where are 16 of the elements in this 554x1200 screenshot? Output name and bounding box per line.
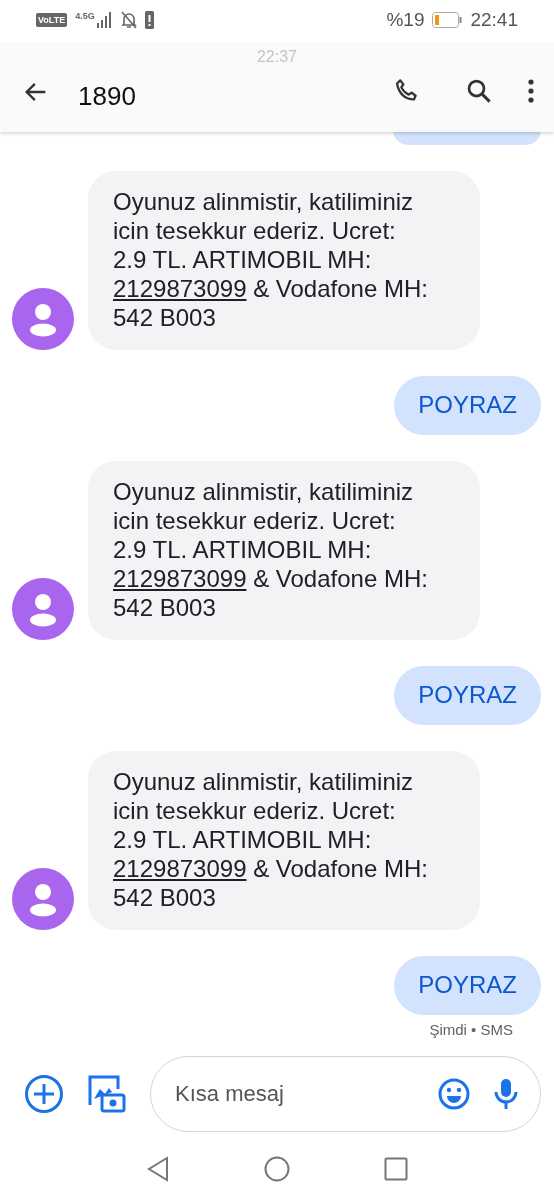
received-message-bubble[interactable]: Oyunuz alinmistir, katiliminiz icin tesekkur ederiz. Ucret: 2.9 TL. ARTIMOBIL MH: 2129873099 & Vodafone MH: 542 B003 xyxy=(88,460,480,640)
message-status: Şimdi • SMS xyxy=(429,1020,513,1038)
volte-badge: VoLTE xyxy=(36,12,68,27)
network-type: 4.5G xyxy=(75,10,95,21)
clock-time: 22:41 xyxy=(470,8,518,31)
phone-link[interactable]: 2129873099 xyxy=(113,564,247,592)
sent-message-bubble[interactable]: POYRAZ xyxy=(394,955,541,1015)
sent-message-bubble[interactable]: POYRAZ xyxy=(394,665,541,725)
phone-link[interactable]: 2129873099 xyxy=(113,854,247,882)
received-message-bubble[interactable]: Oyunuz alinmistir, katiliminiz icin tesekkur ederiz. Ucret: 2.9 TL. ARTIMOBIL MH: 2129873099 & Vodafone MH: 542 B003 xyxy=(88,750,480,930)
battery-percent: %19 xyxy=(386,8,425,31)
phone-link[interactable]: 2129873099 xyxy=(113,274,247,302)
sent-message-bubble[interactable]: POYRAZ xyxy=(394,375,541,435)
received-message-bubble[interactable]: Oyunuz alinmistir, katiliminiz icin tesekkur ederiz. Ucret: 2.9 TL. ARTIMOBIL MH: 2129873099 & Vodafone MH: 542 B003 xyxy=(88,170,480,350)
contact-title: 1890 xyxy=(78,81,137,112)
message-input-field[interactable]: Kısa mesaj xyxy=(173,1079,414,1108)
